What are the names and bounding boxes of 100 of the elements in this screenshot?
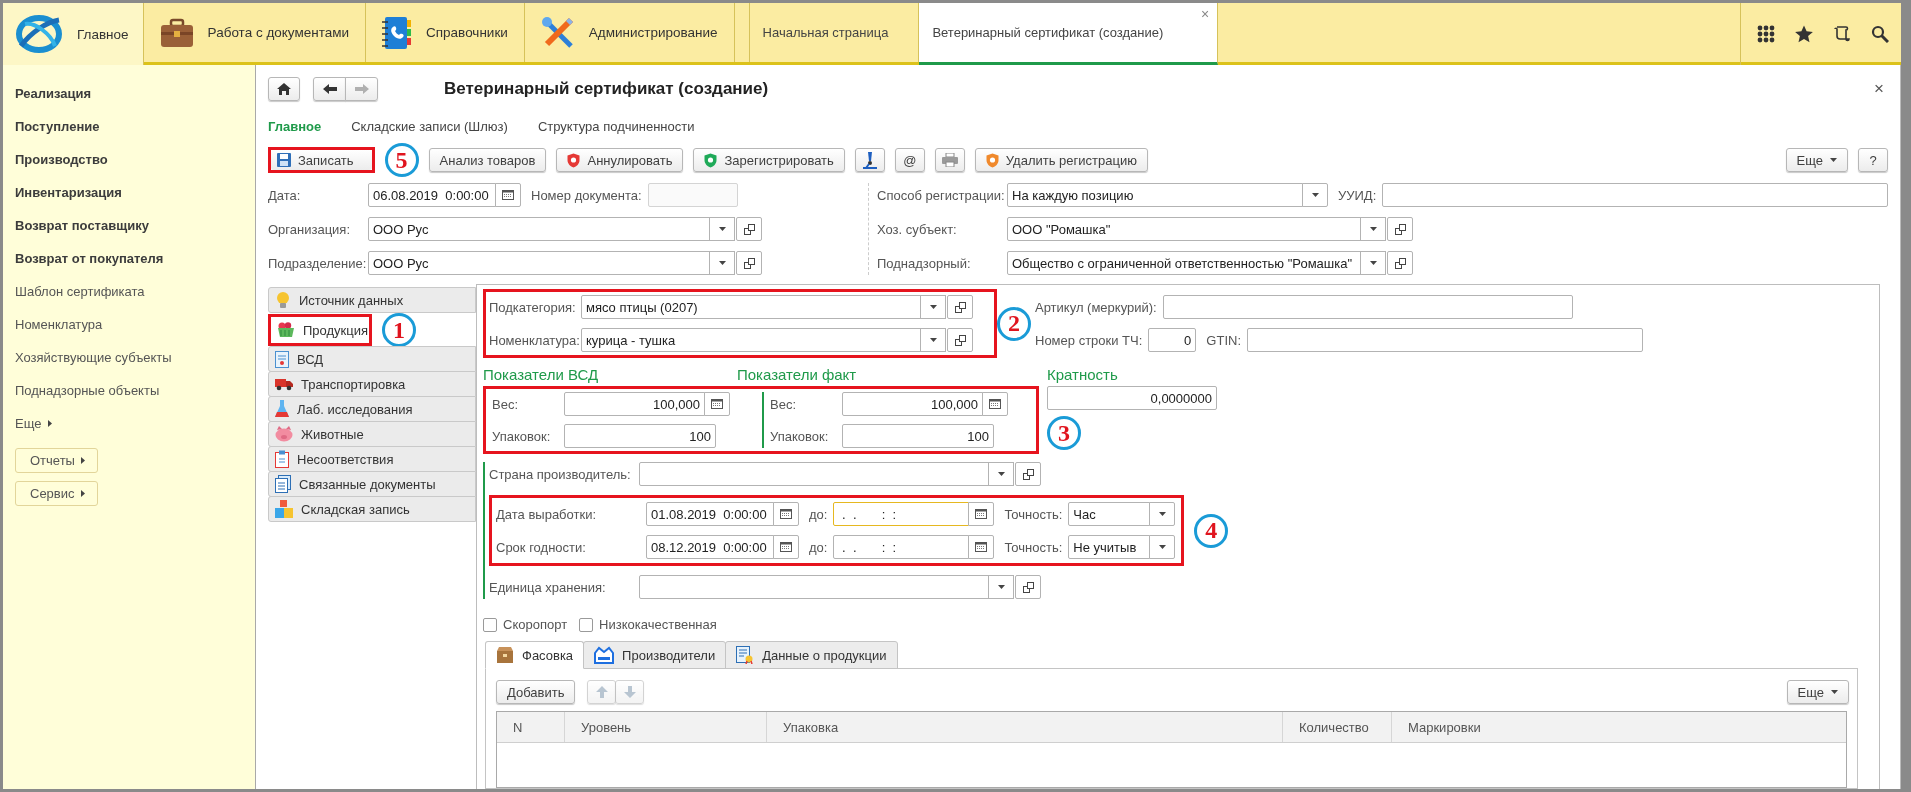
dropdown-button[interactable] — [709, 251, 735, 275]
section-tab[interactable]: Справочники — [366, 3, 525, 62]
menu-button[interactable]: Отчеты — [15, 448, 98, 473]
home-button[interactable] — [268, 77, 300, 101]
column-header[interactable]: Уровень — [565, 712, 767, 742]
more-button[interactable]: Еще — [1785, 148, 1848, 172]
section-nav-item[interactable]: Связанные документы — [268, 471, 476, 497]
column-header[interactable]: Количество — [1283, 712, 1392, 742]
email-button[interactable]: @ — [894, 148, 925, 172]
weight-field[interactable]: 100,000 — [564, 392, 705, 416]
dropdown-button[interactable] — [1149, 535, 1176, 559]
section-tab[interactable]: Главное — [3, 3, 144, 65]
packages-field[interactable]: 100 — [842, 424, 994, 448]
calendar-button[interactable] — [968, 535, 995, 559]
column-header[interactable]: Маркировки — [1392, 712, 1846, 742]
storage-unit-field[interactable] — [639, 575, 989, 599]
sidebar-item[interactable]: Поднадзорные объекты — [15, 374, 160, 407]
open-button[interactable] — [1015, 462, 1041, 486]
section-nav-item[interactable]: Транспортировка — [268, 371, 476, 397]
dropdown-button[interactable] — [1302, 183, 1328, 207]
print-button[interactable] — [934, 148, 965, 172]
section-tab[interactable]: Администрирование — [524, 3, 735, 62]
precision-field[interactable]: Не учитыв — [1068, 535, 1151, 559]
checkbox[interactable] — [579, 617, 594, 632]
checkbox[interactable] — [483, 617, 497, 632]
panel-tab[interactable]: Данные о продукции — [725, 641, 898, 669]
date-to-field[interactable]: . . : : — [833, 502, 970, 526]
section-nav-item[interactable]: Лаб. исследования — [268, 396, 476, 422]
country-field[interactable] — [639, 462, 989, 486]
form-tab[interactable]: Структура подчиненности — [537, 118, 695, 134]
date-field[interactable]: 08.12.2019 0:00:00 — [646, 535, 774, 559]
column-header[interactable]: N — [497, 712, 565, 742]
section-tab[interactable]: Работа с документами — [143, 3, 367, 62]
sidebar-item[interactable]: Реализация — [15, 77, 92, 110]
sidebar-item[interactable]: Производство — [15, 143, 108, 176]
section-nav-item[interactable]: Складская запись — [268, 496, 476, 522]
open-button[interactable] — [1387, 217, 1413, 241]
weight-field[interactable]: 100,000 — [842, 392, 983, 416]
toolbar-button[interactable]: Аннулировать — [556, 148, 684, 172]
sidebar-item[interactable]: Инвентаризация — [15, 176, 122, 209]
calendar-button[interactable] — [773, 502, 799, 526]
organization-field[interactable]: ООО Рус — [368, 217, 710, 241]
lab-button[interactable] — [854, 148, 885, 172]
gtin-field[interactable] — [1247, 328, 1643, 352]
row-number-field[interactable]: 0 — [1148, 328, 1197, 352]
nomenclature-field[interactable]: курица - тушка — [581, 328, 921, 352]
section-nav-item[interactable]: Животные — [268, 421, 476, 447]
back-button[interactable] — [313, 77, 346, 101]
dropdown-button[interactable] — [988, 462, 1014, 486]
open-button[interactable] — [947, 295, 973, 319]
sidebar-item[interactable]: Возврат поставщику — [15, 209, 149, 242]
date-field[interactable]: 06.08.2019 0:00:00 — [368, 183, 496, 207]
open-tab[interactable]: Ветеринарный сертификат (создание) × — [919, 3, 1219, 65]
open-button[interactable] — [736, 217, 762, 241]
panel-tab[interactable]: Фасовка — [485, 641, 585, 669]
dropdown-button[interactable] — [1149, 502, 1176, 526]
calendar-button[interactable] — [773, 535, 799, 559]
document-number-field[interactable] — [647, 183, 738, 207]
toolbar-button[interactable]: Анализ товаров — [428, 148, 547, 172]
multiplicity-field[interactable]: 0,0000000 — [1047, 386, 1217, 410]
section-nav-item[interactable]: ВСД — [268, 346, 476, 372]
sidebar-item[interactable]: Возврат от покупателя — [15, 242, 164, 275]
dropdown-button[interactable] — [709, 217, 735, 241]
uuid-field[interactable] — [1382, 183, 1888, 207]
help-button[interactable]: ? — [1858, 148, 1888, 172]
division-field[interactable]: ООО Рус — [368, 251, 710, 275]
section-nav-item[interactable]: Несоответствия — [268, 446, 476, 472]
registration-method-field[interactable]: На каждую позицию — [1007, 183, 1303, 207]
toolbar-button[interactable]: Зарегистрировать — [693, 148, 845, 172]
save-button[interactable]: Записать — [271, 150, 372, 170]
calendar-button[interactable] — [968, 502, 995, 526]
sidebar-item[interactable]: Шаблон сертификата — [15, 275, 145, 308]
menu-button[interactable]: Сервис — [15, 481, 98, 506]
close-button[interactable]: × — [1201, 7, 1210, 21]
business-entity-field[interactable]: ООО "Ромашка" — [1007, 217, 1361, 241]
form-tab[interactable]: Складские записи (Шлюз) — [351, 118, 508, 134]
sidebar-item[interactable]: Номенклатура — [15, 308, 103, 341]
packages-field[interactable]: 100 — [564, 424, 716, 448]
precision-field[interactable]: Час — [1068, 502, 1151, 526]
open-button[interactable] — [1387, 251, 1413, 275]
date-field[interactable]: 01.08.2019 0:00:00 — [646, 502, 774, 526]
delete-registration-button[interactable]: Удалить регистрацию — [974, 148, 1148, 172]
more-button[interactable]: Еще — [1786, 680, 1849, 704]
open-button[interactable] — [1015, 575, 1041, 599]
dropdown-button[interactable] — [920, 328, 946, 352]
sidebar-item[interactable]: Поступление — [15, 110, 100, 143]
dropdown-button[interactable] — [1360, 217, 1386, 241]
dropdown-button[interactable] — [1360, 251, 1386, 275]
panel-tab[interactable]: Производители — [583, 641, 727, 669]
dropdown-button[interactable] — [920, 295, 946, 319]
subcategory-field[interactable]: мясо птицы (0207) — [581, 295, 921, 319]
open-button[interactable] — [736, 251, 762, 275]
more-menu[interactable]: Еще — [15, 407, 53, 440]
form-tab[interactable]: Главное — [268, 118, 322, 134]
calendar-button[interactable] — [495, 183, 521, 207]
open-button[interactable] — [947, 328, 973, 352]
calendar-button[interactable] — [704, 392, 730, 416]
date-to-field[interactable]: . . : : — [833, 535, 970, 559]
section-nav-item[interactable]: Источник данных — [268, 287, 476, 313]
calendar-button[interactable] — [982, 392, 1008, 416]
